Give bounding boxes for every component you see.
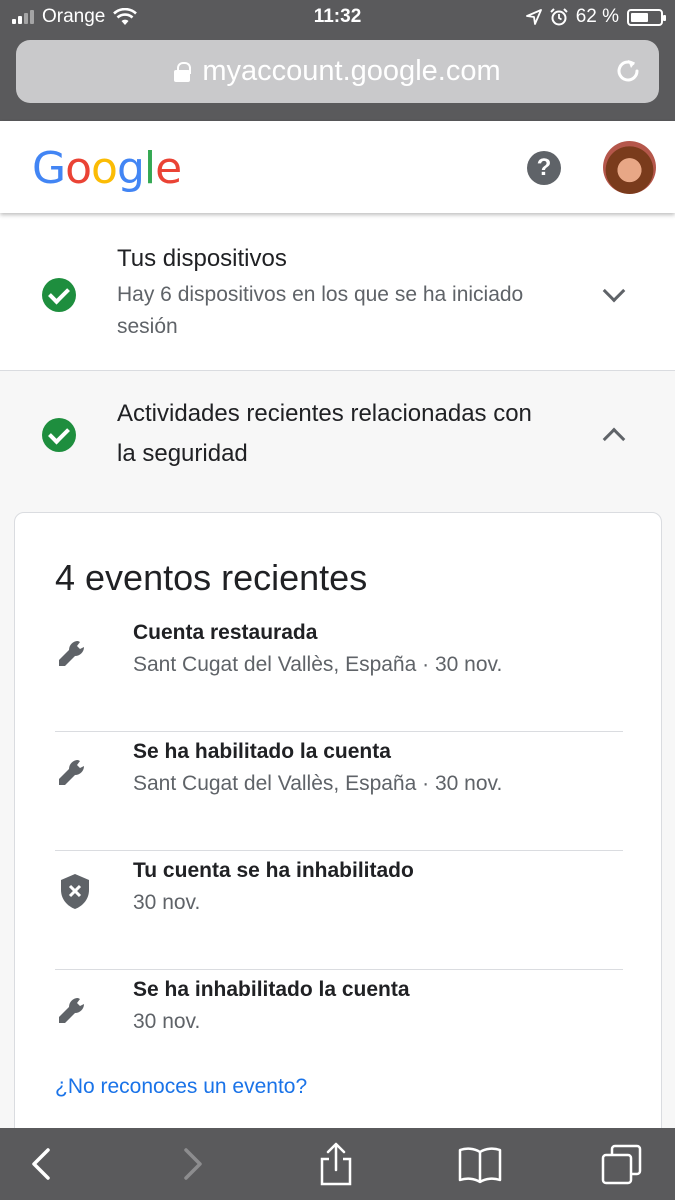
status-right: 62 % bbox=[525, 6, 666, 28]
lock-icon bbox=[174, 61, 192, 82]
alarm-icon bbox=[549, 8, 568, 26]
google-header: Google ? bbox=[0, 121, 675, 213]
reload-icon[interactable] bbox=[613, 56, 643, 86]
help-icon: ? bbox=[536, 154, 552, 181]
wrench-icon bbox=[59, 998, 84, 1023]
google-logo[interactable]: Google bbox=[32, 143, 182, 194]
help-button[interactable]: ? bbox=[527, 151, 561, 185]
forward-icon[interactable] bbox=[170, 1142, 214, 1186]
event-item[interactable]: Cuenta restaurada Sant Cugat del Vallès,… bbox=[55, 613, 623, 732]
events-card-title: 4 eventos recientes bbox=[55, 557, 368, 598]
chevron-up-icon[interactable] bbox=[602, 427, 626, 451]
tabs-icon[interactable] bbox=[600, 1142, 644, 1186]
chevron-down-icon[interactable] bbox=[602, 279, 626, 303]
battery-level bbox=[631, 12, 649, 22]
unrecognized-event-link[interactable]: ¿No reconoces un evento? bbox=[55, 1075, 307, 1099]
section-activity-title: Actividades recientes relacionadas con l… bbox=[117, 400, 532, 467]
section-devices-title: Tus dispositivos bbox=[117, 245, 287, 272]
battery-icon bbox=[627, 8, 666, 26]
avatar[interactable] bbox=[603, 141, 656, 194]
section-security-activity[interactable]: Actividades recientes relacionadas con l… bbox=[0, 371, 675, 498]
battery-percent: 62 % bbox=[575, 6, 619, 27]
event-title: Tu cuenta se ha inhabilitado bbox=[133, 859, 414, 882]
wrench-icon bbox=[59, 641, 84, 666]
event-title: Cuenta restaurada bbox=[133, 621, 318, 644]
events-card: 4 eventos recientes Cuenta restaurada Sa… bbox=[14, 512, 662, 1152]
event-item[interactable]: Se ha habilitado la cuenta Sant Cugat de… bbox=[55, 732, 623, 851]
share-icon[interactable] bbox=[314, 1142, 358, 1186]
event-title: Se ha inhabilitado la cuenta bbox=[133, 978, 410, 1001]
browser-chrome-top: Orange 11:32 62 % myaccount.google.com bbox=[0, 0, 675, 121]
check-circle-icon bbox=[42, 418, 76, 452]
back-icon[interactable] bbox=[20, 1142, 64, 1186]
section-devices-subtitle: Hay 6 dispositivos en los que se ha inic… bbox=[117, 283, 524, 338]
event-item[interactable]: Tu cuenta se ha inhabilitado 30 nov. bbox=[55, 851, 623, 970]
check-circle-icon bbox=[42, 278, 76, 312]
event-title: Se ha habilitado la cuenta bbox=[133, 740, 391, 763]
bookmarks-icon[interactable] bbox=[458, 1142, 502, 1186]
event-subtitle: 30 nov. bbox=[133, 1010, 201, 1033]
event-subtitle: Sant Cugat del Vallès, España · 30 nov. bbox=[133, 653, 503, 676]
url-text: myaccount.google.com bbox=[202, 55, 501, 87]
shield-x-icon bbox=[61, 874, 89, 909]
address-bar[interactable]: myaccount.google.com bbox=[16, 40, 659, 103]
browser-toolbar bbox=[0, 1128, 675, 1200]
event-subtitle: 30 nov. bbox=[133, 891, 201, 914]
event-item[interactable]: Se ha inhabilitado la cuenta 30 nov. bbox=[55, 970, 623, 1070]
location-arrow-icon bbox=[525, 9, 542, 25]
section-devices[interactable]: Tus dispositivos Hay 6 dispositivos en l… bbox=[0, 213, 675, 371]
wrench-icon bbox=[59, 760, 84, 785]
event-subtitle: Sant Cugat del Vallès, España · 30 nov. bbox=[133, 772, 503, 795]
url-display: myaccount.google.com bbox=[174, 55, 501, 88]
status-bar: Orange 11:32 62 % bbox=[0, 0, 675, 36]
